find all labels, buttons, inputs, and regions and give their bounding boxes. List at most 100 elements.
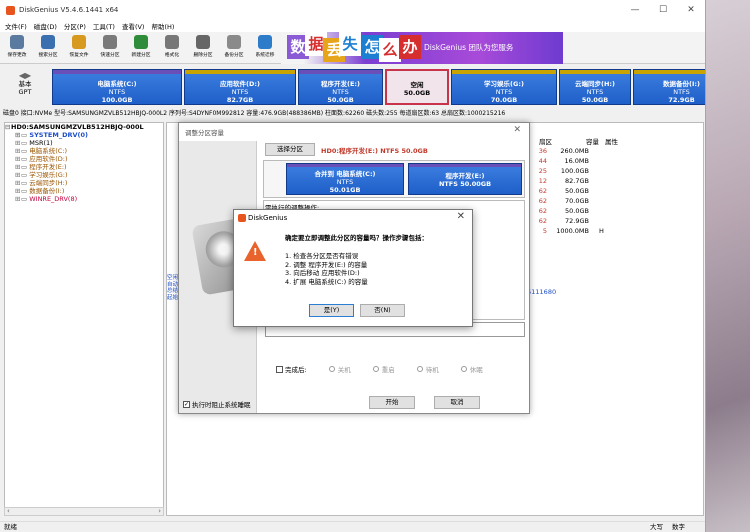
table-row[interactable]: 62 50.0GB <box>533 186 643 196</box>
tree-partition-node[interactable]: ⊞▭ 学习娱乐(G:) <box>5 171 163 179</box>
table-row[interactable]: 5 1000.0MB H <box>533 226 643 236</box>
table-row[interactable]: 25 100.0GB <box>533 166 643 176</box>
cell-cap: 50.0GB <box>565 207 589 215</box>
merge-left-name: 合并到 电脑系统(C:) <box>314 170 376 178</box>
tree-partition-node[interactable]: ⊞▭ MSR(1) <box>5 139 163 147</box>
partition-block[interactable]: 数据备份(I:) NTFS 72.9GB <box>633 69 705 105</box>
app-icon <box>238 214 246 222</box>
toolbar-label: 系统迁移 <box>255 52 275 58</box>
toolbar-button-format[interactable]: 格式化 <box>159 34 185 58</box>
table-row[interactable]: 62 50.0GB <box>533 206 643 216</box>
cell-cap: 72.9GB <box>565 217 589 225</box>
menu-file[interactable]: 文件(F) <box>5 21 27 31</box>
new-partition-icon <box>134 35 148 49</box>
radio-restart[interactable]: 重启 <box>372 364 395 374</box>
no-button[interactable]: 否(N) <box>360 304 405 317</box>
partition-block[interactable]: 空闲 50.0GB <box>385 69 449 105</box>
toolbar-label: 快速分区 <box>100 52 120 58</box>
step-item: 1. 检查各分区是否有错误 <box>285 252 359 260</box>
table-row[interactable]: 44 16.0MB <box>533 156 643 166</box>
menu-partition[interactable]: 分区(P) <box>64 21 86 31</box>
menu-view[interactable]: 查看(V) <box>122 21 145 31</box>
table-header: 扇区 容量 属性 <box>533 136 705 146</box>
toolbar-button-search[interactable]: 搜索分区 <box>35 34 61 58</box>
cancel-button[interactable]: 取消 <box>434 396 480 409</box>
tree-partition-node[interactable]: ⊞▭ 数据备份(I:) <box>5 187 163 195</box>
yes-button[interactable]: 是(Y) <box>309 304 354 317</box>
toolbar-button-backup[interactable]: 备份分区 <box>221 34 247 58</box>
cell-n: 44 <box>538 157 547 165</box>
toolbar-button-quick-partition[interactable]: 快速分区 <box>97 34 123 58</box>
step-item: 2. 调整 程序开发(E:) 的容量 <box>285 260 368 269</box>
partition-usage-bar <box>299 70 382 74</box>
menu-bar: 文件(F) 磁盘(D) 分区(P) 工具(T) 查看(V) 帮助(H) <box>0 20 705 32</box>
select-partition-button[interactable]: 选择分区 <box>265 143 315 156</box>
partition-size: 50.0GB <box>327 96 354 104</box>
maximize-button[interactable]: ☐ <box>648 0 678 20</box>
step-item: 3. 向后移动 应用软件(D:) <box>285 269 360 277</box>
merge-target-partition[interactable]: 合并到 电脑系统(C:) NTFS 50.01GB <box>286 163 404 195</box>
cell-cap: 50.0GB <box>565 187 589 195</box>
toolbar-button-save[interactable]: 保存更改 <box>4 34 30 58</box>
confirm-close-icon[interactable]: ✕ <box>457 211 465 222</box>
partition-block[interactable]: 程序开发(E:) NTFS 50.0GB <box>298 69 383 105</box>
menu-help[interactable]: 帮助(H) <box>151 21 174 31</box>
menu-disk[interactable]: 磁盘(D) <box>34 21 57 31</box>
partition-block[interactable]: 云端同步(H:) NTFS 50.0GB <box>559 69 631 105</box>
radio-shutdown[interactable]: 关机 <box>328 364 351 374</box>
col-sector[interactable]: 扇区 <box>539 136 565 146</box>
minimize-button[interactable]: — <box>620 0 650 20</box>
partition-fs: NTFS <box>495 88 513 96</box>
partition-usage-bar <box>560 70 630 74</box>
tree-label: 应用软件(D:) <box>29 155 68 163</box>
banner-slogan: DiskGenius 团队为您服务 <box>424 43 514 52</box>
after-completion-checkbox[interactable] <box>276 365 283 373</box>
dialog-close-icon[interactable]: ✕ <box>513 125 521 135</box>
tree-partition-node[interactable]: ⊞▭ 程序开发(E:) <box>5 163 163 171</box>
cell-n: 62 <box>538 187 547 195</box>
partition-icon: ▭ <box>21 179 30 187</box>
cell-attr: H <box>599 227 604 235</box>
tree-partition-node[interactable]: ⊞▭ 云端同步(H:) <box>5 179 163 187</box>
tree-partition-node[interactable]: ⊞▭ WINRE_DRV(8) <box>5 195 163 203</box>
partition-size: 100.0GB <box>101 96 133 104</box>
table-row[interactable]: 62 70.0GB <box>533 196 643 206</box>
radio-hibernate[interactable]: 休眠 <box>460 364 483 374</box>
merge-source-partition[interactable]: 程序开发(E:) NTFS 50.00GB <box>408 163 522 195</box>
partition-name: 云端同步(H:) <box>575 80 615 88</box>
tree-disk-node[interactable]: ⊟HD0:SAMSUNGMZVLB512HBJQ-000L <box>5 123 163 131</box>
partition-fs: NTFS <box>586 88 604 96</box>
tree-partition-node[interactable]: ⊞▭ SYSTEM_DRV(0) <box>5 131 163 139</box>
no-sleep-checkbox[interactable]: ✓ <box>183 400 190 408</box>
toolbar-label: 删除分区 <box>193 52 213 58</box>
delete-icon <box>196 35 210 49</box>
close-button[interactable]: ✕ <box>676 0 705 20</box>
cell-n: 62 <box>538 207 547 215</box>
start-button[interactable]: 开始 <box>369 396 415 409</box>
migrate-icon <box>258 35 272 49</box>
disk-nav-arrows[interactable]: ◀▶ <box>4 72 46 80</box>
promo-banner[interactable]: 数 据 丢 失 怎 么 办 DiskGenius 团队为您服务 <box>281 32 563 64</box>
col-attr[interactable]: 属性 <box>599 136 629 146</box>
table-row[interactable]: 36 260.0MB <box>533 146 643 156</box>
table-row[interactable]: 62 72.9GB <box>533 216 643 226</box>
partition-block[interactable]: 应用软件(D:) NTFS 82.7GB <box>184 69 296 105</box>
tree-disk-label: HD0:SAMSUNGMZVLB512HBJQ-000L <box>11 123 144 131</box>
tree-horizontal-scrollbar[interactable]: ‹ › <box>4 507 164 516</box>
partition-block[interactable]: 学习娱乐(G:) NTFS 70.0GB <box>451 69 557 105</box>
after-completion-label: 完成后: <box>285 366 307 374</box>
side-label: 空闲 <box>167 275 179 281</box>
table-row[interactable]: 12 82.7GB <box>533 176 643 186</box>
menu-tools[interactable]: 工具(T) <box>93 21 115 31</box>
radio-standby[interactable]: 待机 <box>416 364 439 374</box>
toolbar-button-delete[interactable]: 删除分区 <box>190 34 216 58</box>
partition-usage-bar <box>634 70 705 74</box>
toolbar-button-migrate[interactable]: 系统迁移 <box>252 34 278 58</box>
tree-partition-node[interactable]: ⊞▭ 电脑系统(C:) <box>5 147 163 155</box>
disk-tree[interactable]: ⊟HD0:SAMSUNGMZVLB512HBJQ-000L ⊞▭ SYSTEM_… <box>4 122 164 516</box>
partition-block[interactable]: 电脑系统(C:) NTFS 100.0GB <box>52 69 182 105</box>
toolbar-button-recover[interactable]: 恢复文件 <box>66 34 92 58</box>
col-capacity[interactable]: 容量 <box>565 136 599 146</box>
tree-partition-node[interactable]: ⊞▭ 应用软件(D:) <box>5 155 163 163</box>
toolbar-button-new-partition[interactable]: 新建分区 <box>128 34 154 58</box>
